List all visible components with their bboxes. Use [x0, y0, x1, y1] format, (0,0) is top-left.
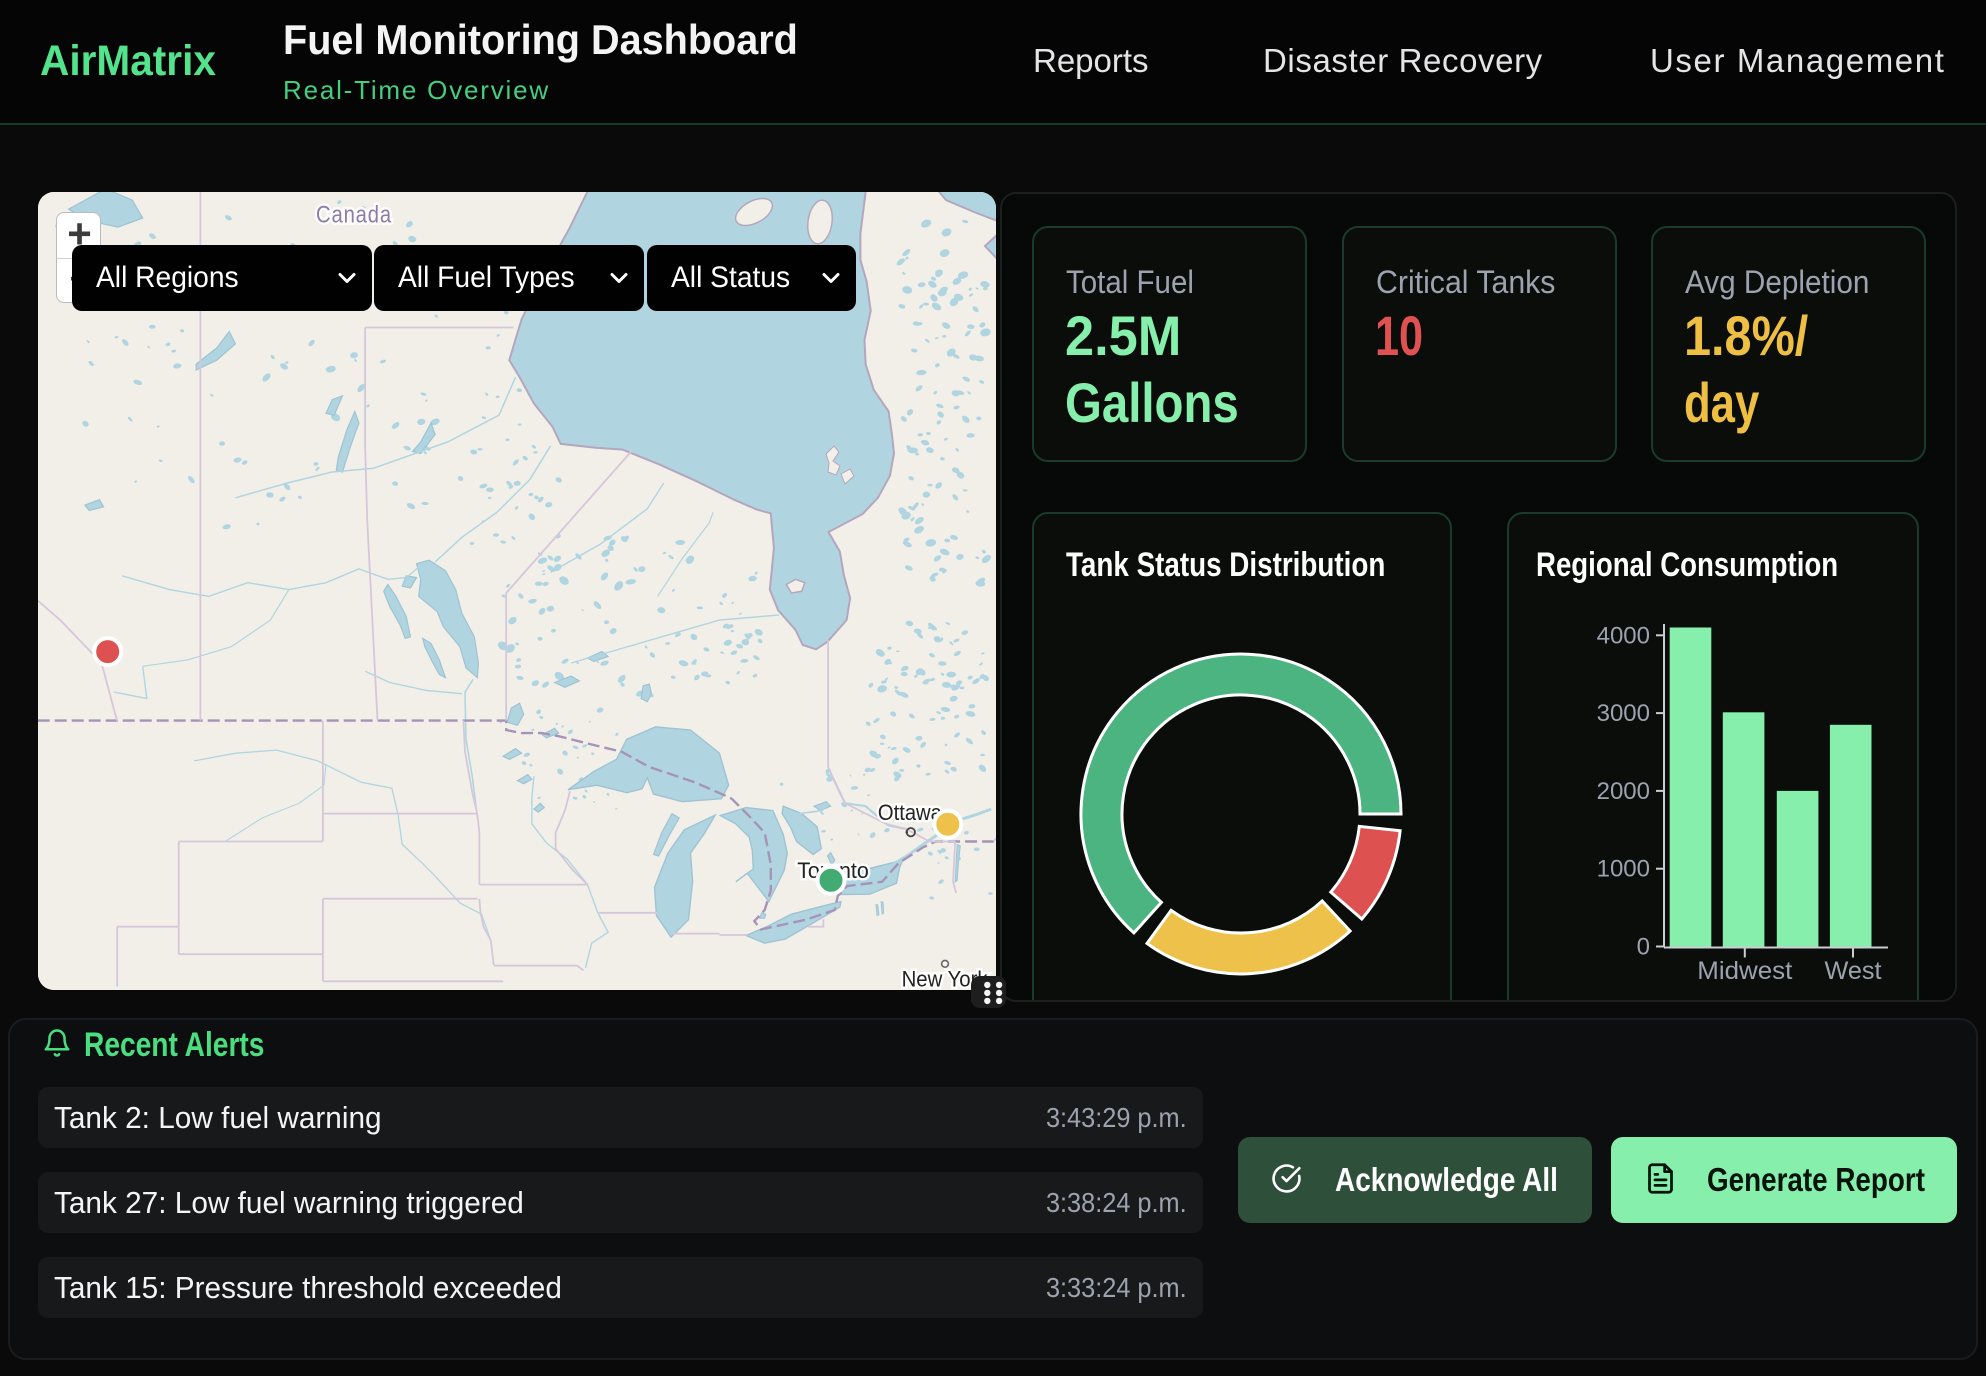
svg-text:3000: 3000 [1597, 700, 1650, 727]
svg-text:Midwest: Midwest [1697, 957, 1792, 985]
svg-text:4000: 4000 [1597, 622, 1650, 649]
svg-text:0: 0 [1637, 934, 1650, 961]
svg-text:2000: 2000 [1597, 778, 1650, 805]
svg-text:Canada: Canada [316, 202, 392, 229]
svg-text:West: West [1825, 957, 1882, 985]
svg-text:1000: 1000 [1597, 856, 1650, 883]
